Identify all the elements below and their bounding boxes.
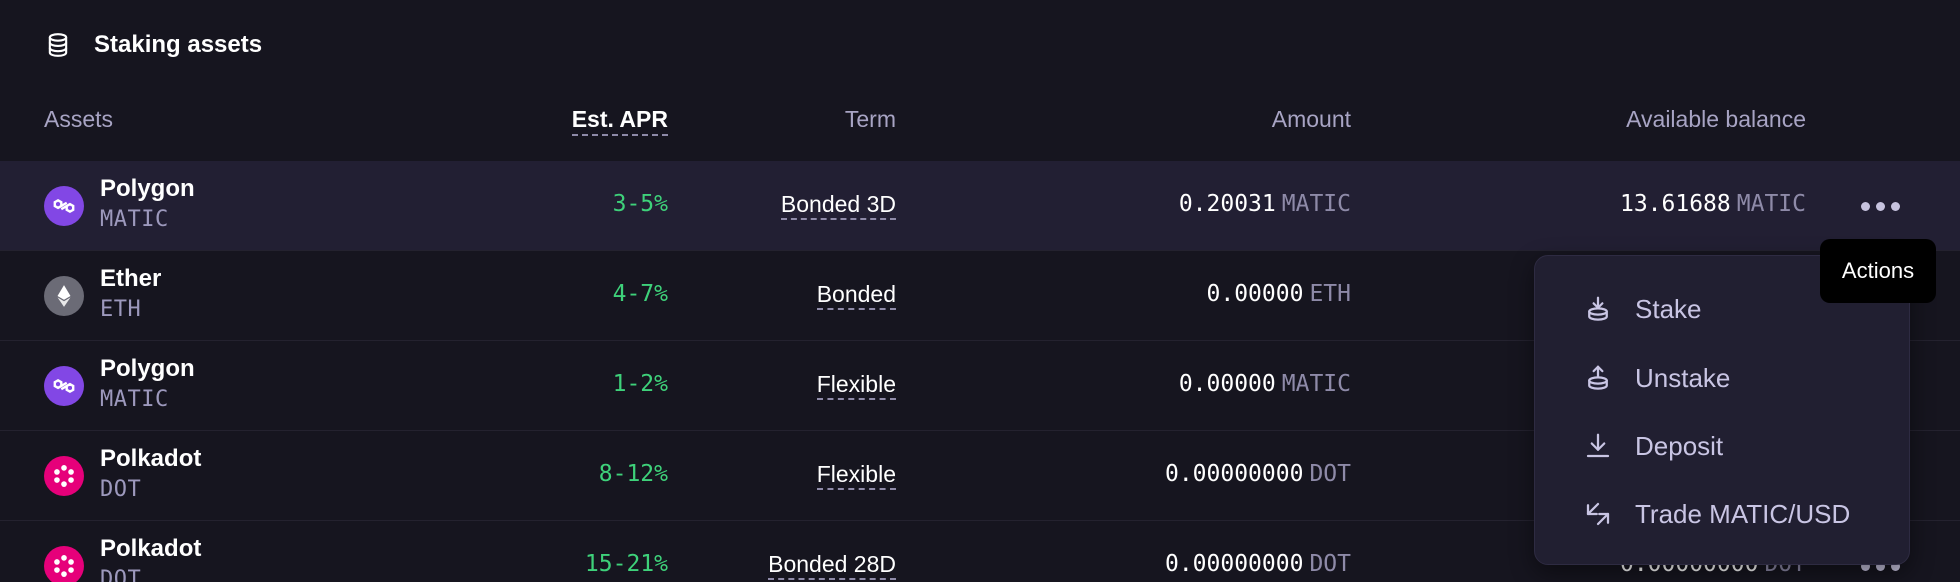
term-value[interactable]: Flexible	[816, 461, 896, 490]
menu-item-label: Stake	[1635, 293, 1702, 324]
amount-number: 0.00000	[1178, 371, 1276, 397]
apr-value: 15-21%	[584, 551, 668, 577]
apr-value: 4-7%	[612, 281, 668, 307]
asset-symbol: DOT	[100, 567, 142, 582]
menu-item-label: Deposit	[1635, 430, 1724, 461]
trade-arrows-icon	[1586, 502, 1610, 526]
column-header-available-balance[interactable]: Available balance	[1626, 104, 1806, 134]
amount-unit: MATIC	[1281, 191, 1351, 217]
unstake-icon	[1588, 365, 1608, 390]
amount-value: 0.00000 MATIC	[1179, 371, 1351, 397]
download-icon	[1586, 433, 1610, 458]
more-actions-button[interactable]	[1856, 191, 1904, 221]
section-title: Staking assets	[94, 31, 263, 58]
column-header-assets[interactable]: Assets	[44, 104, 113, 134]
amount-number: 0.00000000	[1164, 551, 1304, 577]
menu-item-deposit[interactable]: Deposit	[1583, 426, 1723, 466]
asset-name: Polygon	[100, 175, 195, 202]
amount-unit: DOT	[1309, 551, 1351, 577]
apr-value: 3-5%	[612, 191, 668, 217]
asset-name: Polkadot	[100, 535, 202, 562]
asset-symbol: DOT	[100, 477, 142, 502]
term-value[interactable]: Bonded	[816, 281, 896, 310]
amount-unit: ETH	[1309, 281, 1351, 307]
term-value[interactable]: Bonded 3D	[780, 191, 896, 220]
stake-icon	[1588, 296, 1608, 321]
ethereum-icon	[44, 276, 84, 316]
asset-name: Ether	[100, 265, 162, 292]
polkadot-icon	[44, 456, 84, 496]
apr-value: 1-2%	[612, 371, 668, 397]
column-header-apr[interactable]: Est. APR	[571, 104, 668, 136]
column-header-term[interactable]: Term	[845, 104, 896, 134]
amount-value: 0.00000000 DOT	[1165, 551, 1351, 577]
amount-number: 0.00000	[1206, 281, 1304, 307]
term-value[interactable]: Flexible	[816, 371, 896, 400]
polygon-icon	[44, 366, 84, 406]
asset-name: Polygon	[100, 355, 195, 382]
staking-assets-page: Staking assets Assets Est. APR Term Amou…	[0, 0, 1960, 582]
table-row[interactable]: Polygon MATIC 3-5% Bonded 3D 0.20031 MATI…	[0, 161, 1960, 251]
asset-symbol: MATIC	[100, 387, 169, 412]
menu-item-label: Unstake	[1635, 362, 1731, 393]
term-value[interactable]: Bonded 28D	[768, 551, 896, 580]
asset-name: Polkadot	[100, 445, 202, 472]
apr-value: 8-12%	[598, 461, 668, 487]
amount-number: 0.20031	[1178, 191, 1276, 217]
amount-value: 0.00000 ETH	[1207, 281, 1351, 307]
menu-item-trade[interactable]: Trade MATIC/USD	[1583, 494, 1850, 534]
polkadot-icon	[44, 546, 84, 582]
column-header-amount[interactable]: Amount	[1272, 104, 1351, 134]
menu-item-stake[interactable]: Stake	[1583, 289, 1702, 329]
amount-number: 0.00000000	[1164, 461, 1304, 487]
asset-symbol: MATIC	[100, 207, 169, 232]
amount-value: 0.00000000 DOT	[1165, 461, 1351, 487]
available-unit: MATIC	[1736, 191, 1806, 217]
amount-value: 0.20031 MATIC	[1179, 191, 1351, 217]
menu-item-label: Trade MATIC/USD	[1635, 498, 1851, 529]
actions-tooltip: Actions	[1820, 239, 1936, 303]
menu-item-unstake[interactable]: Unstake	[1583, 358, 1730, 398]
polygon-icon	[44, 186, 84, 226]
asset-symbol: ETH	[100, 297, 142, 322]
amount-unit: DOT	[1309, 461, 1351, 487]
amount-unit: MATIC	[1281, 371, 1351, 397]
database-icon	[48, 33, 68, 57]
available-number: 13.61688	[1619, 191, 1731, 217]
section-header: Staking assets	[44, 28, 262, 62]
available-balance-value: 13.61688 MATIC	[1620, 191, 1806, 217]
